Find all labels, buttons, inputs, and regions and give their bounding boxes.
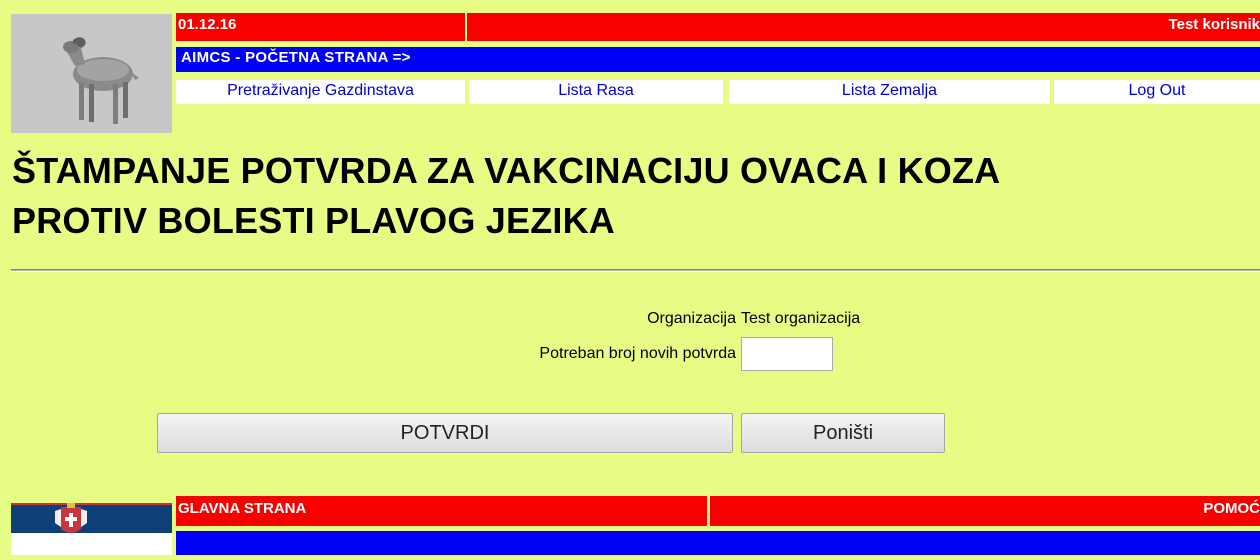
nav-country-list[interactable]: Lista Zemalja [729,80,1050,104]
organization-value: Test organizacija [741,310,861,327]
serbia-flag-icon [11,497,172,555]
ram-icon [11,14,172,133]
page-title: ŠTAMPANJE POTVRDA ZA VAKCINACIJU OVACA I… [12,146,1252,246]
divider [11,269,1260,272]
ram-logo [11,14,172,133]
footer-bar [176,531,1260,555]
quantity-label: Potreban broj novih potvrda [539,345,736,362]
quantity-input[interactable] [741,337,833,371]
nav-breed-list[interactable]: Lista Rasa [469,80,723,104]
page-title-line1: ŠTAMPANJE POTVRDA ZA VAKCINACIJU OVACA I… [12,150,1001,191]
page-title-line2: PROTIV BOLESTI PLAVOG JEZIKA [12,200,615,241]
help-link[interactable]: POMOĆ [710,496,1260,526]
cancel-button[interactable]: Poništi [741,413,945,453]
home-link[interactable]: AIMCS - POČETNA STRANA => [176,47,1260,72]
organization-label: Organizacija [647,310,736,327]
date-cell: 01.12.16 [176,13,465,41]
main-page-link[interactable]: GLAVNA STRANA [176,496,707,526]
user-name: Test korisnik [467,13,1260,41]
confirm-button[interactable]: POTVRDI [157,413,733,453]
nav-logout[interactable]: Log Out [1054,80,1260,104]
nav-farm-search[interactable]: Pretraživanje Gazdinstava [176,80,465,104]
